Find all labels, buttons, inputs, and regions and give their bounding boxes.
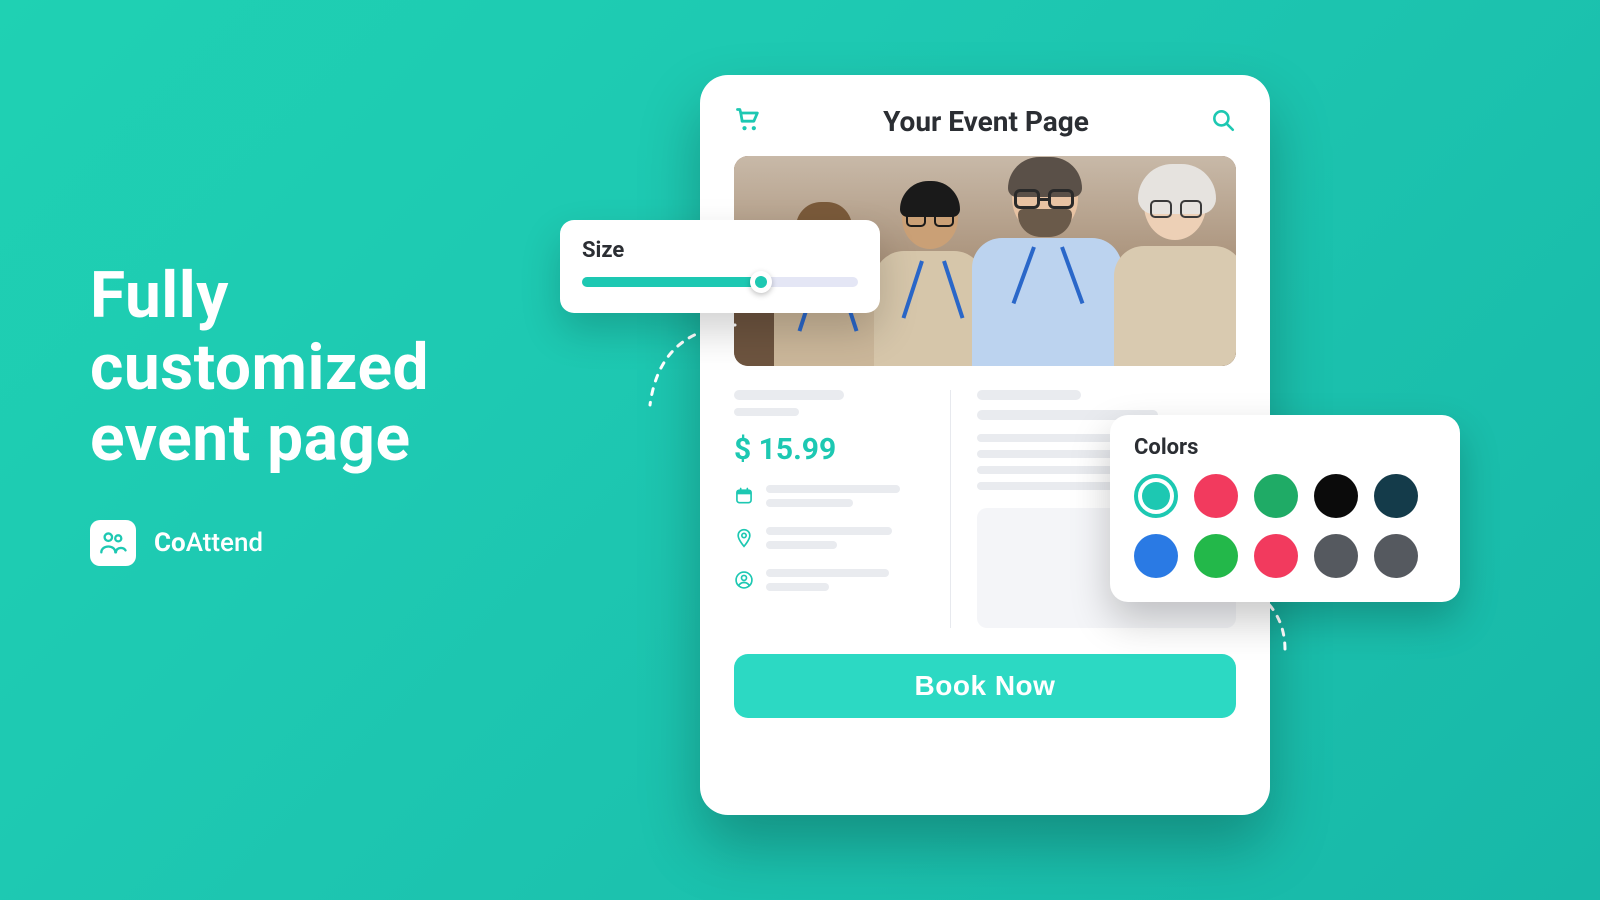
- card-header: Your Event Page: [734, 105, 1236, 138]
- search-icon[interactable]: [1210, 107, 1236, 137]
- hero-line-2: customized: [90, 330, 429, 405]
- column-divider: [950, 390, 951, 628]
- people-icon: [99, 529, 127, 557]
- color-swatch-7[interactable]: [1254, 534, 1298, 578]
- size-popover-title: Size: [582, 238, 858, 263]
- color-swatch-4[interactable]: [1374, 474, 1418, 518]
- brand-name-bold: Co: [154, 528, 186, 558]
- person-icon: [734, 570, 754, 590]
- hero-copy: Fully customized event page: [90, 260, 429, 475]
- colors-popover: Colors: [1110, 415, 1460, 602]
- color-swatch-3[interactable]: [1314, 474, 1358, 518]
- color-swatch-9[interactable]: [1374, 534, 1418, 578]
- placeholder-line: [734, 408, 799, 416]
- colors-popover-title: Colors: [1134, 435, 1436, 460]
- cart-icon[interactable]: [734, 106, 762, 138]
- placeholder-line: [766, 569, 889, 577]
- color-swatch-6[interactable]: [1194, 534, 1238, 578]
- event-summary-column: $ 15.99: [734, 390, 924, 628]
- color-swatch-grid: [1134, 474, 1436, 578]
- brand-logo: [90, 520, 136, 566]
- placeholder-line: [734, 390, 844, 400]
- placeholder-line: [766, 583, 829, 591]
- brand-name: CoAttend: [154, 528, 263, 558]
- size-popover: Size: [560, 220, 880, 313]
- placeholder-line: [766, 527, 892, 535]
- location-pin-icon: [734, 527, 754, 549]
- color-swatch-0[interactable]: [1134, 474, 1178, 518]
- meta-organizer-row: [734, 569, 924, 591]
- event-price: $ 15.99: [734, 432, 924, 467]
- book-now-button[interactable]: Book Now: [734, 654, 1236, 718]
- brand-name-rest: Attend: [186, 528, 263, 558]
- placeholder-line: [766, 499, 853, 507]
- meta-date-row: [734, 485, 924, 507]
- hero-headline: Fully customized event page: [90, 260, 429, 475]
- hero-line-1: Fully: [90, 258, 229, 333]
- connector-line-top: [640, 320, 740, 410]
- color-swatch-2[interactable]: [1254, 474, 1298, 518]
- placeholder-line: [766, 485, 900, 493]
- placeholder-line: [766, 541, 837, 549]
- calendar-icon: [734, 486, 754, 506]
- page-title: Your Event Page: [883, 105, 1089, 138]
- color-swatch-5[interactable]: [1134, 534, 1178, 578]
- slider-fill: [582, 277, 761, 287]
- color-swatch-1[interactable]: [1194, 474, 1238, 518]
- color-swatch-8[interactable]: [1314, 534, 1358, 578]
- size-slider[interactable]: [582, 277, 858, 287]
- meta-location-row: [734, 527, 924, 549]
- slider-thumb[interactable]: [750, 271, 772, 293]
- placeholder-line: [977, 390, 1081, 400]
- brand-lockup: CoAttend: [90, 520, 263, 566]
- hero-line-3: event page: [90, 401, 411, 476]
- marketing-canvas: Fully customized event page CoAttend: [0, 0, 1600, 900]
